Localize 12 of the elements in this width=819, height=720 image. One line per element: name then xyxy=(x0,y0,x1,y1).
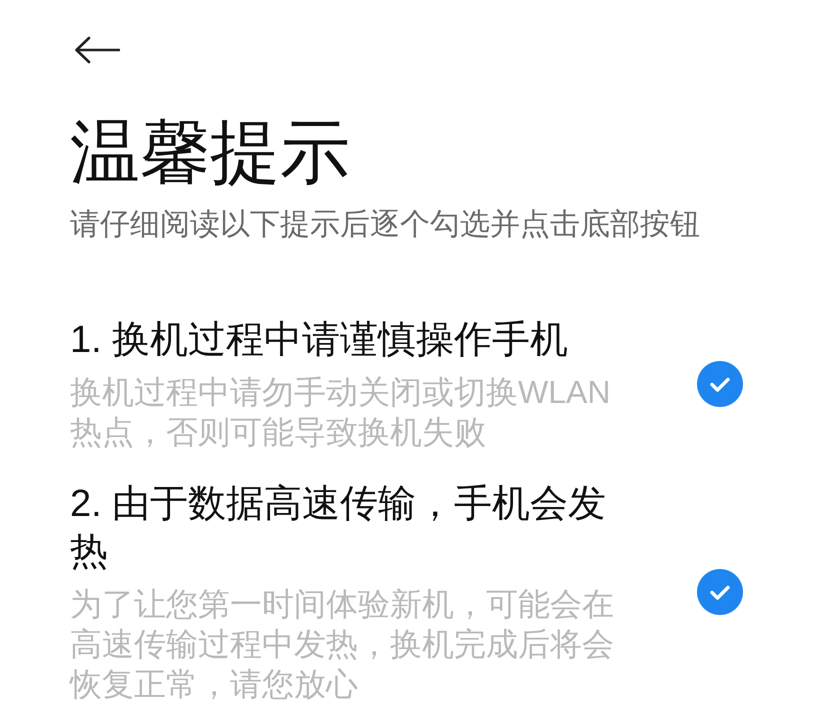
back-button[interactable] xyxy=(74,36,120,64)
page-title: 温馨提示 xyxy=(70,112,351,193)
checkmark-icon xyxy=(710,584,730,600)
page-subtitle: 请仔细阅读以下提示后逐个勾选并点击底部按钮 xyxy=(70,207,701,243)
tip-heading: 2. 由于数据高速传输，手机会发热 xyxy=(70,482,608,575)
checkmark-icon xyxy=(710,376,730,392)
tip-description: 为了让您第一时间体验新机，可能会在高速传输过程中发热，换机完成后将会恢复正常，请您放心 xyxy=(70,585,615,704)
checkbox[interactable] xyxy=(697,361,743,407)
back-arrow-icon xyxy=(74,36,120,64)
tip-description: 换机过程中请勿手动关闭或切换WLAN热点，否则可能导致换机失败 xyxy=(70,373,612,452)
checkbox[interactable] xyxy=(697,569,743,615)
tip-heading: 1. 换机过程中请谨慎操作手机 xyxy=(70,318,570,363)
